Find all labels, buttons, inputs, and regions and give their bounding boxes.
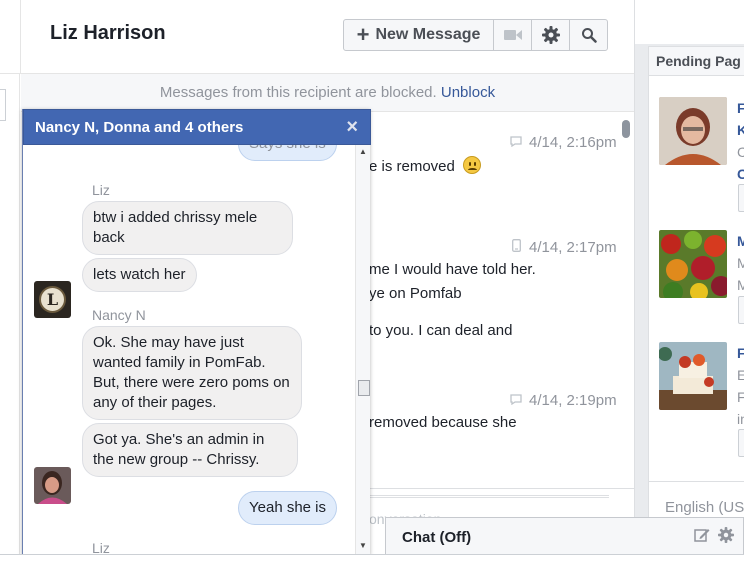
avatar[interactable]: L: [34, 281, 71, 318]
scroll-down-arrow-icon[interactable]: ▼: [359, 541, 367, 550]
message-bubble: lets watch her: [82, 258, 197, 292]
chat-scrollbar[interactable]: ▲ ▼: [355, 145, 370, 555]
message-text: me I would have told her.: [369, 261, 536, 278]
blocked-notice: Messages from this recipient are blocked…: [21, 74, 634, 112]
chat-sidebar-bar[interactable]: Chat (Off): [385, 517, 744, 557]
conversation-title: Liz Harrison: [50, 22, 166, 44]
chat-status-label: Chat (Off): [402, 529, 472, 546]
compose-icon[interactable]: [694, 527, 710, 543]
settings-button[interactable]: [531, 20, 569, 50]
person-photo-icon: [659, 97, 727, 165]
message-bubble: Ok. She may have just wanted family in P…: [82, 326, 302, 420]
fruit-photo-icon: [659, 230, 727, 298]
conversation-header: Liz Harrison + New Message: [0, 0, 634, 74]
blocked-text: Messages from this recipient are blocked…: [159, 84, 437, 101]
chatbar-icons: [694, 527, 735, 548]
cake-photo-icon: [659, 342, 727, 410]
gear-icon[interactable]: [718, 527, 735, 543]
sender-name: Liz: [92, 540, 110, 555]
sender-name: Nancy N: [92, 307, 146, 323]
right-sidebar-top: [635, 0, 744, 44]
message-timestamp: 4/14, 2:17pm: [509, 239, 617, 256]
gear-icon: [541, 26, 560, 44]
plus-icon: +: [356, 22, 370, 47]
search-button[interactable]: [569, 20, 607, 50]
composer-divider: [369, 495, 609, 498]
message-timestamp: 4/14, 2:16pm: [509, 134, 617, 151]
chat-bubble-icon: [509, 134, 523, 151]
message-bubble: Yeah she is: [238, 491, 338, 525]
search-box-edge[interactable]: [0, 89, 6, 121]
message-bubble: Says she is: [238, 145, 337, 161]
page-thumbnail[interactable]: [659, 97, 727, 165]
page-thumbnail[interactable]: [659, 342, 727, 410]
page-action-button[interactable]: [738, 184, 744, 212]
chat-message-list[interactable]: Says she is Liz btw i added chrissy mele…: [23, 145, 356, 555]
avatar-initial: L: [39, 286, 66, 313]
page-action-button[interactable]: [738, 429, 744, 457]
message-bubble: Got ya. She's an admin in the new group …: [82, 423, 298, 477]
scroll-up-arrow-icon[interactable]: ▲: [359, 147, 367, 156]
page-info: M M M: [737, 233, 744, 293]
message-text: removed because she: [369, 414, 517, 431]
message-text: e is removed: [369, 156, 482, 175]
header-toolbar: + New Message: [343, 19, 608, 51]
conversation-scrollbar[interactable]: [622, 120, 630, 138]
pending-pages-title: Pending Pag: [649, 47, 744, 76]
sender-name: Liz: [92, 182, 110, 198]
page-action-button[interactable]: [738, 296, 744, 324]
close-icon[interactable]: ×: [346, 116, 358, 139]
conversation-list-edge: [0, 74, 20, 554]
avatar[interactable]: [34, 467, 71, 504]
frown-emoji-icon: [463, 156, 482, 174]
right-sidebar: Pending Pag F K C C M M M F E F i Englis…: [634, 0, 744, 561]
video-call-button[interactable]: [493, 20, 531, 50]
search-icon: [581, 28, 597, 43]
message-text: ye on Pomfab: [369, 285, 462, 302]
header-divider: [20, 0, 21, 74]
page-info: F E F in: [737, 345, 744, 427]
message-text: to you. I can deal and: [369, 322, 513, 339]
page-info: F K C C: [737, 100, 744, 182]
scrollbar-thumb[interactable]: [358, 380, 370, 396]
window-bottom-edge: [0, 554, 744, 561]
chat-popup: Nancy N, Donna and 4 others × Says she i…: [22, 109, 371, 555]
chat-bubble-icon: [509, 392, 523, 409]
mobile-phone-icon: [509, 239, 523, 256]
video-camera-icon: [503, 30, 522, 40]
new-message-label: New Message: [375, 26, 481, 43]
unblock-link[interactable]: Unblock: [441, 84, 495, 101]
chat-popup-header[interactable]: Nancy N, Donna and 4 others ×: [23, 109, 371, 145]
message-timestamp: 4/14, 2:19pm: [509, 392, 617, 409]
messenger-page: Liz Harrison + New Message Messages from…: [0, 0, 744, 561]
message-bubble: btw i added chrissy mele back: [82, 201, 293, 255]
chat-popup-title: Nancy N, Donna and 4 others: [35, 119, 244, 136]
page-thumbnail[interactable]: [659, 230, 727, 298]
new-message-button[interactable]: + New Message: [344, 20, 493, 50]
person-photo-icon: [34, 467, 71, 504]
